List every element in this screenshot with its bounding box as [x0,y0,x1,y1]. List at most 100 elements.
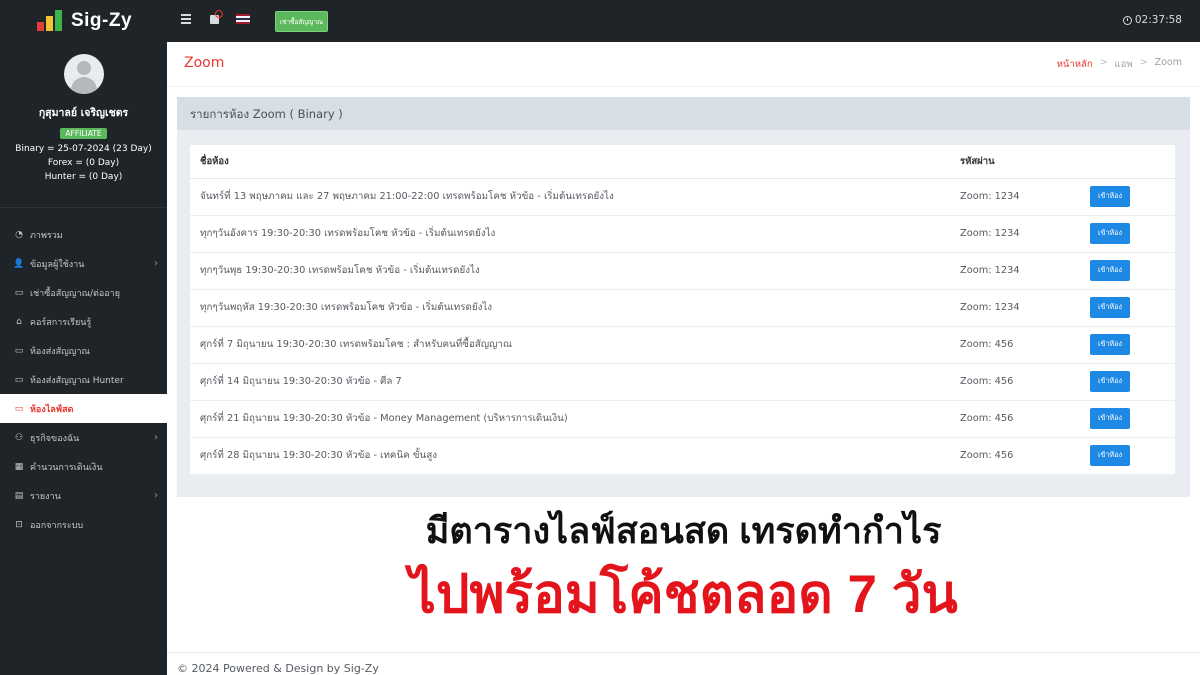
notification-icon[interactable] [209,10,223,26]
zoom-room-card: รายการห้อง Zoom ( Binary ) ชื่อห้อง รหัส… [177,97,1190,497]
room-name: ศุกร์ที่ 7 มิถุนายน 19:30-20:30 เทรดพร้อ… [190,326,950,364]
affiliate-badge: AFFILIATE [60,128,107,139]
sidebar-item-4[interactable]: ⌂ คอร์สการเรียนรู้ [0,307,167,336]
sidebar-item-3[interactable]: ▭ เช่าซื้อสัญญาณ/ต่ออายุ [0,278,167,307]
monitor-icon: ▭ [14,345,24,356]
forex-subscription: Forex = (0 Day) [47,158,120,168]
room-password: Zoom: 1234 [950,178,1080,216]
chevron-right-icon: › [154,258,158,269]
brand-name: Sig-Zy [70,10,133,31]
wallet-icon: ▭ [14,287,24,298]
table-row: ทุกๆวันพุธ 19:30-20:30 เทรดพร้อมโคช หัวข… [190,252,1175,290]
sidebar-item-label: ห้องไลฟ์สด [30,404,74,415]
sidebar-item-10[interactable]: ▤ รายงาน › [0,481,167,510]
table-header-row: ชื่อห้อง รหัสผ่าน [190,145,1175,179]
join-room-button[interactable]: เข้าห้อง [1090,408,1130,429]
join-room-button[interactable]: เข้าห้อง [1090,186,1130,207]
menu-toggle-icon[interactable] [181,14,191,24]
column-password: รหัสผ่าน [950,145,1080,179]
sidebar-item-label: ธุรกิจของฉัน [30,433,80,444]
room-password: Zoom: 1234 [950,289,1080,327]
sidebar-item-9[interactable]: ▦ คำนวนการเดินเงิน [0,452,167,481]
room-password: Zoom: 1234 [950,215,1080,253]
sidebar-item-label: ห้องส่งสัญญาณ [30,346,90,357]
sidebar-item-label: รายงาน [30,491,61,502]
room-action: เข้าห้อง [1080,400,1175,438]
room-name: ทุกๆวันอังคาร 19:30-20:30 เทรดพร้อมโคช ห… [190,215,950,253]
room-action: เข้าห้อง [1080,326,1175,364]
lock-icon: ⊡ [15,519,23,530]
room-name: ศุกร์ที่ 14 มิถุนายน 19:30-20:30 หัวข้อ … [190,363,950,401]
join-room-button[interactable]: เข้าห้อง [1090,260,1130,281]
breadcrumb: หน้าหลัก > แอพ > Zoom [1057,57,1182,72]
room-name: ศุกร์ที่ 28 มิถุนายน 19:30-20:30 หัวข้อ … [190,437,950,475]
room-password: Zoom: 1234 [950,252,1080,290]
room-action: เข้าห้อง [1080,252,1175,290]
users-icon: ⚇ [14,432,24,443]
breadcrumb-apps[interactable]: แอพ [1115,57,1133,72]
sidebar-item-label: ห้องส่งสัญญาณ Hunter [30,375,124,386]
join-room-button[interactable]: เข้าห้อง [1090,297,1130,318]
user-name: กุสุมาลย์ เจริญเชตร [38,107,129,119]
column-room-name: ชื่อห้อง [190,145,950,179]
sidebar-item-2[interactable]: 👤 ข้อมูลผู้ใช้งาน › [0,249,167,278]
breadcrumb-home[interactable]: หน้าหลัก [1057,57,1093,72]
room-name: ศุกร์ที่ 21 มิถุนายน 19:30-20:30 หัวข้อ … [190,400,950,438]
sidebar-item-label: ภาพรวม [30,230,63,241]
clock-icon [1122,15,1132,25]
user-icon: 👤 [13,258,25,269]
room-password: Zoom: 456 [950,326,1080,364]
join-room-button[interactable]: เข้าห้อง [1090,371,1130,392]
thai-flag-icon[interactable] [236,14,250,24]
join-room-button[interactable]: เข้าห้อง [1090,334,1130,355]
room-action: เข้าห้อง [1080,289,1175,327]
buy-signal-button[interactable]: เช่าซื้อสัญญาณ [275,11,328,32]
avatar[interactable] [63,54,104,94]
sidebar: Sig-Zy กุสุมาลย์ เจริญเชตร AFFILIATE Bin… [0,0,167,675]
room-password: Zoom: 456 [950,437,1080,475]
binary-subscription: Binary = 25-07-2024 (23 Day) [15,144,152,154]
chevron-right-icon: › [154,432,158,443]
column-action [1080,145,1175,179]
monitor-icon: ▭ [14,403,24,414]
clock-time: 02:37:58 [1134,14,1182,26]
join-room-button[interactable]: เข้าห้อง [1090,445,1130,466]
room-action: เข้าห้อง [1080,178,1175,216]
table-row: ศุกร์ที่ 7 มิถุนายน 19:30-20:30 เทรดพร้อ… [190,326,1175,364]
room-password: Zoom: 456 [950,400,1080,438]
sidebar-item-label: ออกจากระบบ [30,520,84,531]
sidebar-item-label: ข้อมูลผู้ใช้งาน [30,259,85,270]
table-row: ทุกๆวันอังคาร 19:30-20:30 เทรดพร้อมโคช ห… [190,215,1175,253]
room-action: เข้าห้อง [1080,363,1175,401]
logo-icon [35,9,65,33]
page-title: Zoom [184,55,225,71]
room-name: ทุกๆวันพฤหัส 19:30-20:30 เทรดพร้อมโคช หั… [190,289,950,327]
table-row: ศุกร์ที่ 28 มิถุนายน 19:30-20:30 หัวข้อ … [190,437,1175,475]
promo-subheadline: ไปพร้อมโค้ชตลอด 7 วัน [409,565,958,624]
hunter-subscription: Hunter = (0 Day) [44,172,123,182]
sidebar-item-5[interactable]: ▭ ห้องส่งสัญญาณ [0,336,167,365]
sidebar-item-label: เช่าซื้อสัญญาณ/ต่ออายุ [30,288,120,299]
sidebar-item-6[interactable]: ▭ ห้องส่งสัญญาณ Hunter [0,365,167,394]
promo-headline: มีตารางไลฟ์สอนสด เทรดทำกำไร [425,510,942,551]
sidebar-item-8[interactable]: ⚇ ธุรกิจของฉัน › [0,423,167,452]
sidebar-item-1[interactable]: ◔ ภาพรวม [0,220,167,249]
sidebar-item-label: คอร์สการเรียนรู้ [30,317,92,328]
room-name: ทุกๆวันพุธ 19:30-20:30 เทรดพร้อมโคช หัวข… [190,252,950,290]
dashboard-icon: ◔ [15,229,23,240]
sidebar-item-label: คำนวนการเดินเงิน [30,462,103,473]
brand-logo[interactable]: Sig-Zy [0,0,167,42]
room-action: เข้าห้อง [1080,437,1175,475]
card-title: รายการห้อง Zoom ( Binary ) [177,97,1190,130]
sidebar-item-11[interactable]: ⊡ ออกจากระบบ [0,510,167,539]
chevron-right-icon: › [154,490,158,501]
room-action: เข้าห้อง [1080,215,1175,253]
footer-divider [167,652,1200,653]
join-room-button[interactable]: เข้าห้อง [1090,223,1130,244]
footer-copyright: © 2024 Powered & Design by Sig-Zy [177,662,379,675]
graduation-icon: ⌂ [16,316,22,327]
sidebar-item-7[interactable]: ▭ ห้องไลฟ์สด [0,394,167,423]
table-row: ศุกร์ที่ 21 มิถุนายน 19:30-20:30 หัวข้อ … [190,400,1175,438]
table-row: จันทร์ที่ 13 พฤษภาคม และ 27 พฤษภาคม 21:0… [190,178,1175,216]
zoom-room-table: ชื่อห้อง รหัสผ่าน จันทร์ที่ 13 พฤษภาคม แ… [190,145,1175,475]
